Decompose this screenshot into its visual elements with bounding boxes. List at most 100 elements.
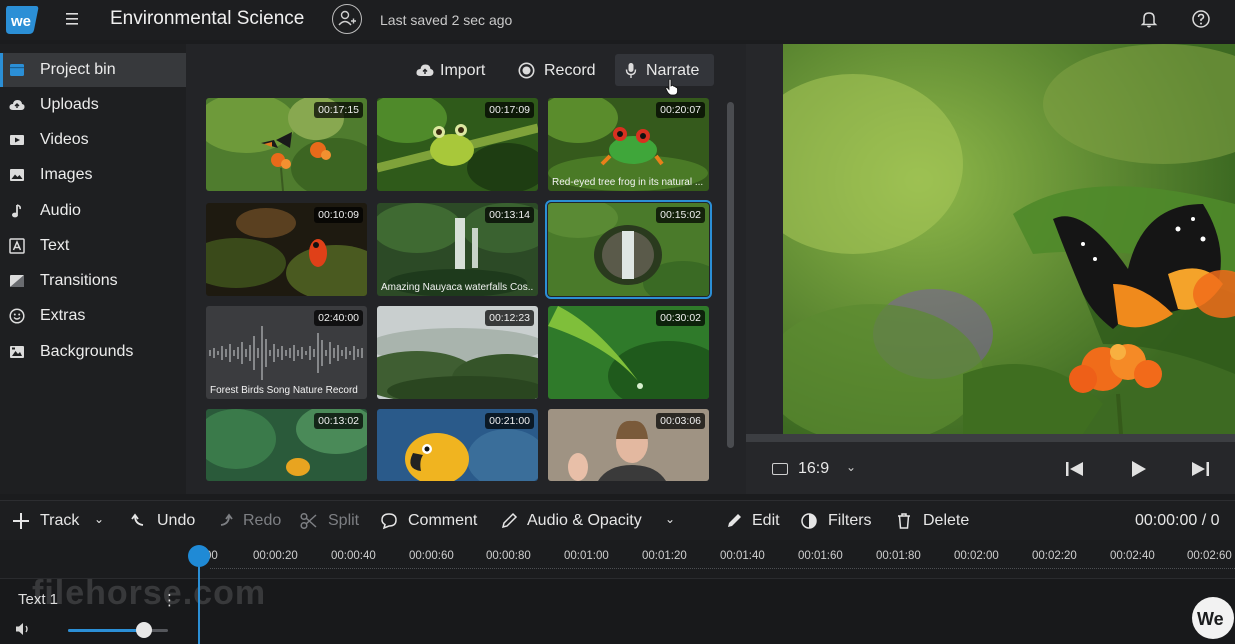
clip-duration: 00:30:02 — [656, 310, 705, 326]
sidebar-item-label: Project bin — [40, 61, 116, 78]
timeline-ruler[interactable]: 00 00:00:20 00:00:40 00:00:60 00:00:80 0… — [0, 540, 1235, 578]
preview-progress-bar[interactable] — [746, 434, 1235, 442]
butterfly-preview-frame — [783, 44, 1235, 434]
ruler-tick: 00:02:20 — [1032, 550, 1077, 562]
project-title[interactable]: Environmental Science — [110, 8, 304, 30]
clip-thumbnail-waterfalls[interactable]: 00:13:14 Amazing Nauyaca waterfalls Cos.… — [377, 203, 538, 296]
svg-text:We: We — [1197, 609, 1224, 629]
ruler-tick: 00:00:20 — [253, 550, 298, 562]
help-icon[interactable] — [1191, 9, 1211, 29]
clip-thumbnail-presenter[interactable]: 00:03:06 — [548, 409, 709, 481]
svg-text:we: we — [10, 13, 31, 30]
undo-label: Undo — [157, 512, 196, 529]
comment-button[interactable]: Comment — [380, 510, 485, 532]
playhead-handle[interactable] — [188, 545, 210, 567]
skip-back-icon[interactable] — [1064, 460, 1086, 478]
clip-thumbnail-butterfly[interactable]: 00:17:15 — [206, 98, 367, 191]
clip-duration: 00:12:23 — [485, 310, 534, 326]
delete-button[interactable]: Delete — [895, 510, 975, 532]
split-button[interactable]: Split — [300, 510, 365, 532]
split-label: Split — [328, 512, 360, 529]
trash-icon — [898, 513, 910, 529]
comment-icon — [381, 513, 397, 530]
clip-thumbnail-leaf-droplet[interactable]: 00:30:02 — [548, 306, 709, 399]
redo-button[interactable]: Redo — [216, 510, 286, 532]
sidebar-item-transitions[interactable]: Transitions — [0, 264, 186, 298]
filters-icon — [801, 513, 817, 529]
play-icon[interactable] — [1127, 459, 1149, 479]
sidebar-item-videos[interactable]: Videos — [0, 123, 186, 157]
video-preview[interactable] — [783, 44, 1235, 434]
weVideo-badge-logo: We — [1192, 597, 1234, 639]
filters-label: Filters — [828, 512, 872, 529]
chevron-down-icon: ⌄ — [665, 512, 676, 526]
clip-duration: 00:17:15 — [314, 102, 363, 118]
ruler-tick: 00:00:80 — [486, 550, 531, 562]
pencil-icon — [728, 514, 741, 527]
volume-icon[interactable] — [14, 621, 32, 637]
skip-forward-icon[interactable] — [1189, 460, 1211, 478]
sidebar-item-text[interactable]: Text — [0, 229, 186, 263]
clip-caption: Forest Birds Song Nature Record — [210, 385, 358, 396]
sidebar-item-backgrounds[interactable]: Backgrounds — [0, 335, 186, 369]
clip-duration: 00:20:07 — [656, 102, 705, 118]
pencil-icon — [501, 512, 518, 529]
record-button[interactable]: Record — [516, 54, 604, 86]
ruler-tick: 00:00:40 — [331, 550, 376, 562]
delete-label: Delete — [923, 512, 970, 529]
audio-opacity-button[interactable]: Audio & Opacity ⌄ — [500, 510, 680, 532]
ruler-tick: 00:02:00 — [954, 550, 999, 562]
clip-thumbnail-poison-frog[interactable]: 00:10:09 — [206, 203, 367, 296]
chevron-down-icon[interactable]: ⌄ — [846, 460, 856, 474]
clip-thumbnail-sinkhole-waterfall[interactable]: 00:15:02 — [545, 200, 712, 299]
share-user-button[interactable] — [332, 4, 362, 34]
chevron-down-icon: ⌄ — [94, 512, 105, 526]
clip-thumbnail-bird-song-audio[interactable]: 02:40:00 Forest Birds Song Nature Record — [206, 306, 367, 399]
sidebar: Project bin Uploads Videos Images Audio … — [0, 44, 186, 494]
sidebar-item-images[interactable]: Images — [0, 158, 186, 192]
aspect-ratio-label[interactable]: 16:9 — [798, 460, 829, 478]
ruler-tick: 00:01:20 — [642, 550, 687, 562]
ruler-tick: 00:00:60 — [409, 550, 454, 562]
clip-thumbnail-misty-forest[interactable]: 00:12:23 — [377, 306, 538, 399]
text-icon — [9, 238, 25, 254]
bin-scrollbar[interactable] — [727, 102, 734, 448]
sidebar-item-audio[interactable]: Audio — [0, 194, 186, 228]
clip-thumbnail-parrot[interactable]: 00:21:00 — [377, 409, 538, 481]
sidebar-item-extras[interactable]: Extras — [0, 299, 186, 333]
sidebar-item-project-bin[interactable]: Project bin — [0, 53, 186, 87]
edit-label: Edit — [752, 512, 780, 529]
plus-icon — [13, 513, 29, 529]
backgrounds-icon — [10, 346, 24, 358]
clip-duration: 00:03:06 — [656, 413, 705, 429]
clip-thumbnail-red-eyed-frog[interactable]: 00:20:07 Red-eyed tree frog in its natur… — [548, 98, 709, 191]
sidebar-item-label: Extras — [40, 307, 86, 324]
clip-thumbnail-jungle-bird[interactable]: 00:13:02 — [206, 409, 367, 481]
weVideo-logo[interactable]: we — [4, 4, 40, 36]
hamburger-menu-icon[interactable] — [64, 11, 82, 27]
aspect-ratio-icon[interactable] — [772, 463, 788, 475]
cloud-upload-icon — [9, 100, 25, 110]
ruler-tick: 00:01:60 — [798, 550, 843, 562]
undo-button[interactable]: Undo — [130, 510, 200, 532]
ruler-tick: 00:01:40 — [720, 550, 765, 562]
edit-button[interactable]: Edit — [725, 510, 785, 532]
ruler-tick: 00:02:60 — [1187, 550, 1232, 562]
clip-thumbnail-frog-branch[interactable]: 00:17:09 — [377, 98, 538, 191]
scissors-icon — [300, 512, 317, 530]
add-user-icon — [338, 10, 356, 26]
audio-opacity-label: Audio & Opacity — [527, 512, 642, 529]
narrate-button[interactable]: Narrate — [615, 54, 714, 96]
sidebar-item-label: Transitions — [40, 272, 118, 289]
clip-caption: Amazing Nauyaca waterfalls Cos... — [381, 282, 534, 293]
bell-icon[interactable] — [1140, 10, 1158, 28]
add-track-button[interactable]: Track ⌄ — [12, 510, 107, 532]
microphone-icon — [625, 63, 637, 78]
volume-slider-handle[interactable] — [136, 622, 152, 638]
track-label: Track — [40, 512, 80, 529]
record-icon — [518, 62, 535, 79]
filters-button[interactable]: Filters — [800, 510, 880, 532]
timeline-toolbar: Track ⌄ Undo Redo Split Comment Audio & … — [0, 500, 1235, 540]
sidebar-item-uploads[interactable]: Uploads — [0, 88, 186, 122]
import-button[interactable]: Import — [414, 54, 496, 86]
